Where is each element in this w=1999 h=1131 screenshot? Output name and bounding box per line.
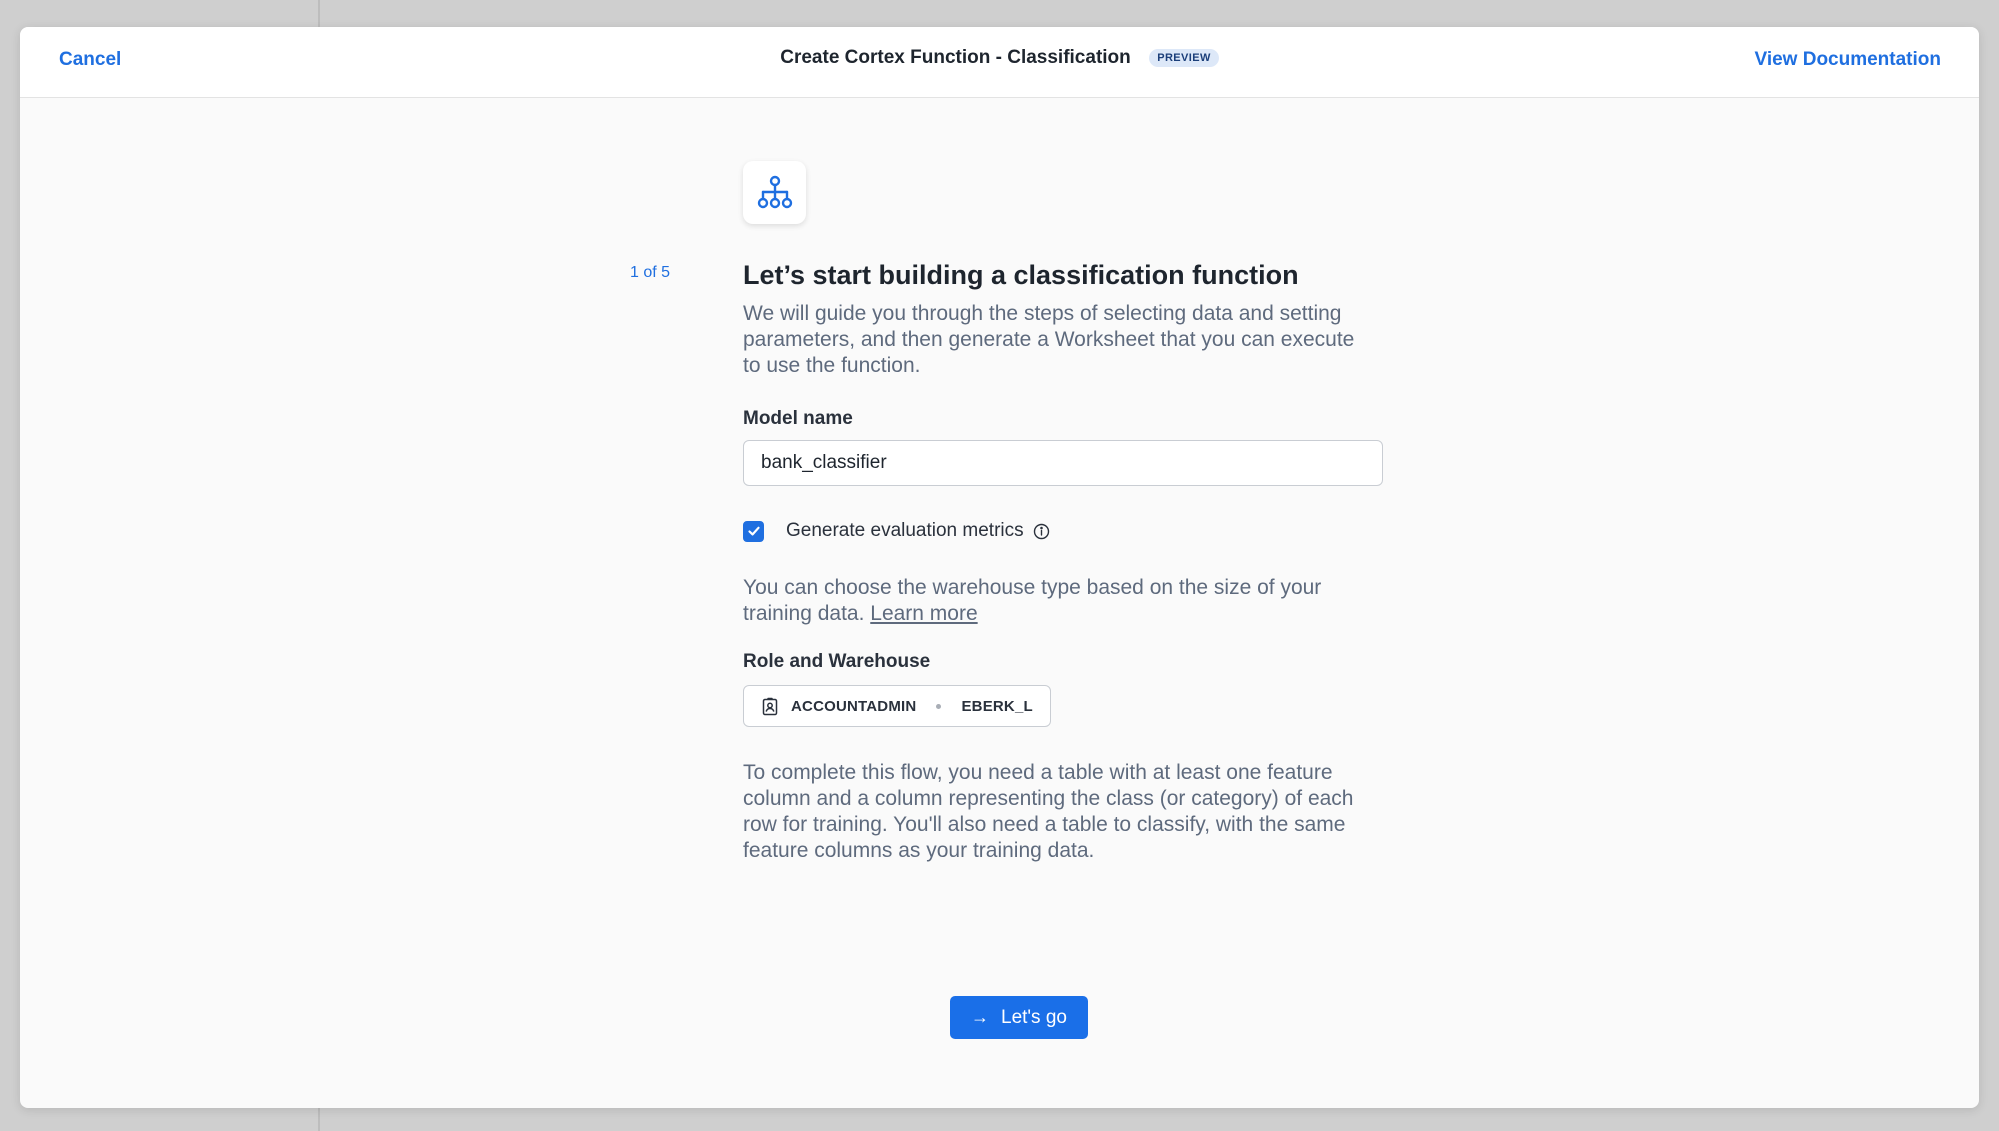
model-name-label: Model name [743,408,853,429]
check-icon [747,526,760,536]
info-icon[interactable] [1033,523,1050,540]
role-value: ACCOUNTADMIN [791,697,917,715]
lets-go-label: Let's go [1001,1006,1067,1028]
hierarchy-icon [743,161,806,224]
modal-header: Cancel Create Cortex Function - Classifi… [20,27,1979,98]
preview-badge: PREVIEW [1149,49,1219,67]
step-intro: We will guide you through the steps of s… [743,302,1355,377]
lets-go-button[interactable]: → Let's go [950,996,1088,1039]
role-warehouse-label: Role and Warehouse [743,651,931,672]
page-title: Create Cortex Function - Classification [780,47,1131,68]
warehouse-value: EBERK_L [961,697,1033,715]
eval-metrics-checkbox[interactable] [743,520,764,542]
separator-dot [936,703,942,709]
step-content: Let’s start building a classification fu… [743,257,1403,864]
requirements-text: To complete this flow, you need a table … [743,761,1354,862]
arrow-right-icon: → [971,1007,990,1027]
warehouse-note-text: You can choose the warehouse type based … [743,576,1322,625]
eval-metrics-label: Generate evaluation metrics [786,520,1024,541]
step-heading: Let’s start building a classification fu… [743,260,1299,290]
role-warehouse-selector[interactable]: ACCOUNTADMIN EBERK_L [743,685,1051,727]
role-badge-icon [762,697,778,715]
learn-more-link[interactable]: Learn more [870,602,977,625]
warehouse-note: You can choose the warehouse type based … [743,575,1383,627]
eval-metrics-row: Generate evaluation metrics [743,519,1403,543]
header-title-group: Create Cortex Function - Classification … [20,47,1979,69]
create-function-modal: Cancel Create Cortex Function - Classifi… [20,27,1979,1108]
view-documentation-link[interactable]: View Documentation [1754,49,1941,71]
model-name-input[interactable] [743,440,1383,486]
step-counter: 1 of 5 [630,264,671,281]
